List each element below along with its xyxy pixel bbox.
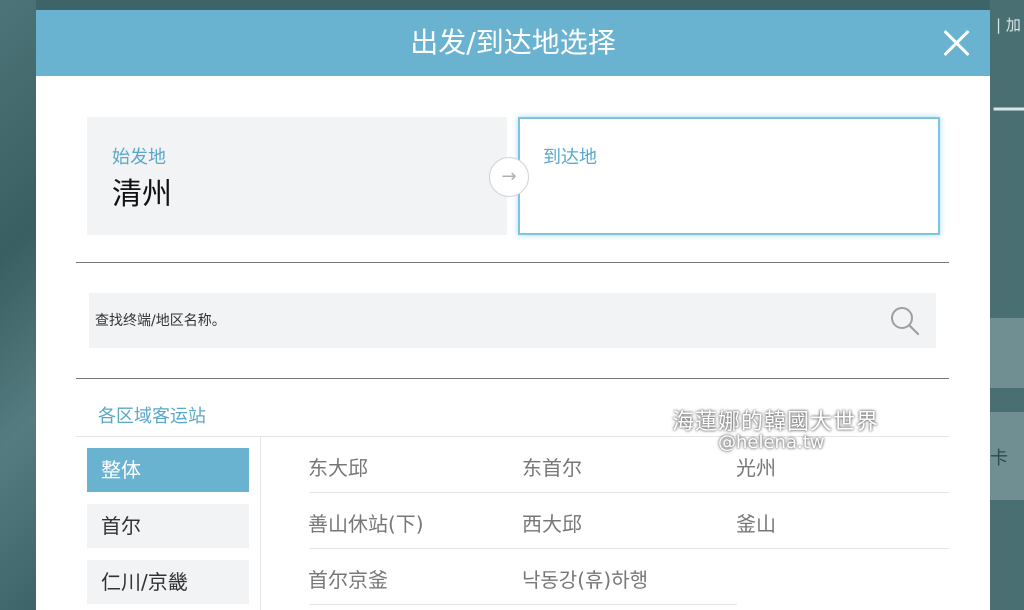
terminal-item[interactable]: 西大邱 [522, 508, 582, 537]
arrival-box[interactable]: 到达地 [518, 117, 940, 235]
departure-value: 清州 [112, 177, 172, 212]
terminal-item[interactable]: 东首尔 [522, 452, 582, 481]
terminal-item[interactable]: 낙동강(휴)하행 [522, 564, 648, 593]
terminal-item[interactable]: 善山休站(下) [308, 508, 424, 537]
modal-title: 出发/到达地选择 [410, 26, 616, 59]
region-item-seoul[interactable]: 首尔 [87, 504, 249, 548]
search-input[interactable] [95, 293, 875, 348]
row-divider [309, 604, 737, 605]
arrow-right-icon: → [489, 157, 529, 197]
divider [76, 378, 949, 379]
region-item-all[interactable]: 整体 [87, 448, 249, 492]
terminal-item[interactable]: 釜山 [736, 508, 776, 537]
terminal-item[interactable]: 光州 [736, 452, 776, 481]
watermark-handle: @helena.tw [718, 432, 825, 453]
search-icon[interactable] [889, 305, 921, 337]
region-item-incheon-gyeonggi[interactable]: 仁川/京畿 [87, 560, 249, 604]
background-panel [990, 318, 1024, 388]
divider [76, 262, 949, 263]
background-pattern [0, 0, 36, 610]
location-select-modal: 出发/到达地选择 始发地 清州 到达地 → 各区域客运站 整体 首尔 仁川/京畿… [36, 10, 990, 610]
departure-label: 始发地 [112, 147, 166, 168]
row-divider [309, 548, 949, 549]
departure-box[interactable]: 始发地 清州 [87, 117, 507, 235]
search-bar [89, 293, 936, 348]
modal-header: 出发/到达地选择 [36, 10, 990, 76]
arrival-label: 到达地 [543, 147, 597, 168]
background-corner-text: | 加 [996, 16, 1021, 34]
sidebar-separator [260, 436, 261, 610]
terminal-item[interactable]: 首尔京釜 [308, 564, 388, 593]
row-divider [309, 492, 949, 493]
section-title: 各区域客运站 [98, 406, 206, 427]
terminal-item[interactable]: 东大邱 [308, 452, 368, 481]
background-panel-text: 卡 [990, 448, 1008, 469]
background-big-text: 一动 [992, 91, 1024, 132]
close-icon[interactable] [940, 27, 972, 59]
